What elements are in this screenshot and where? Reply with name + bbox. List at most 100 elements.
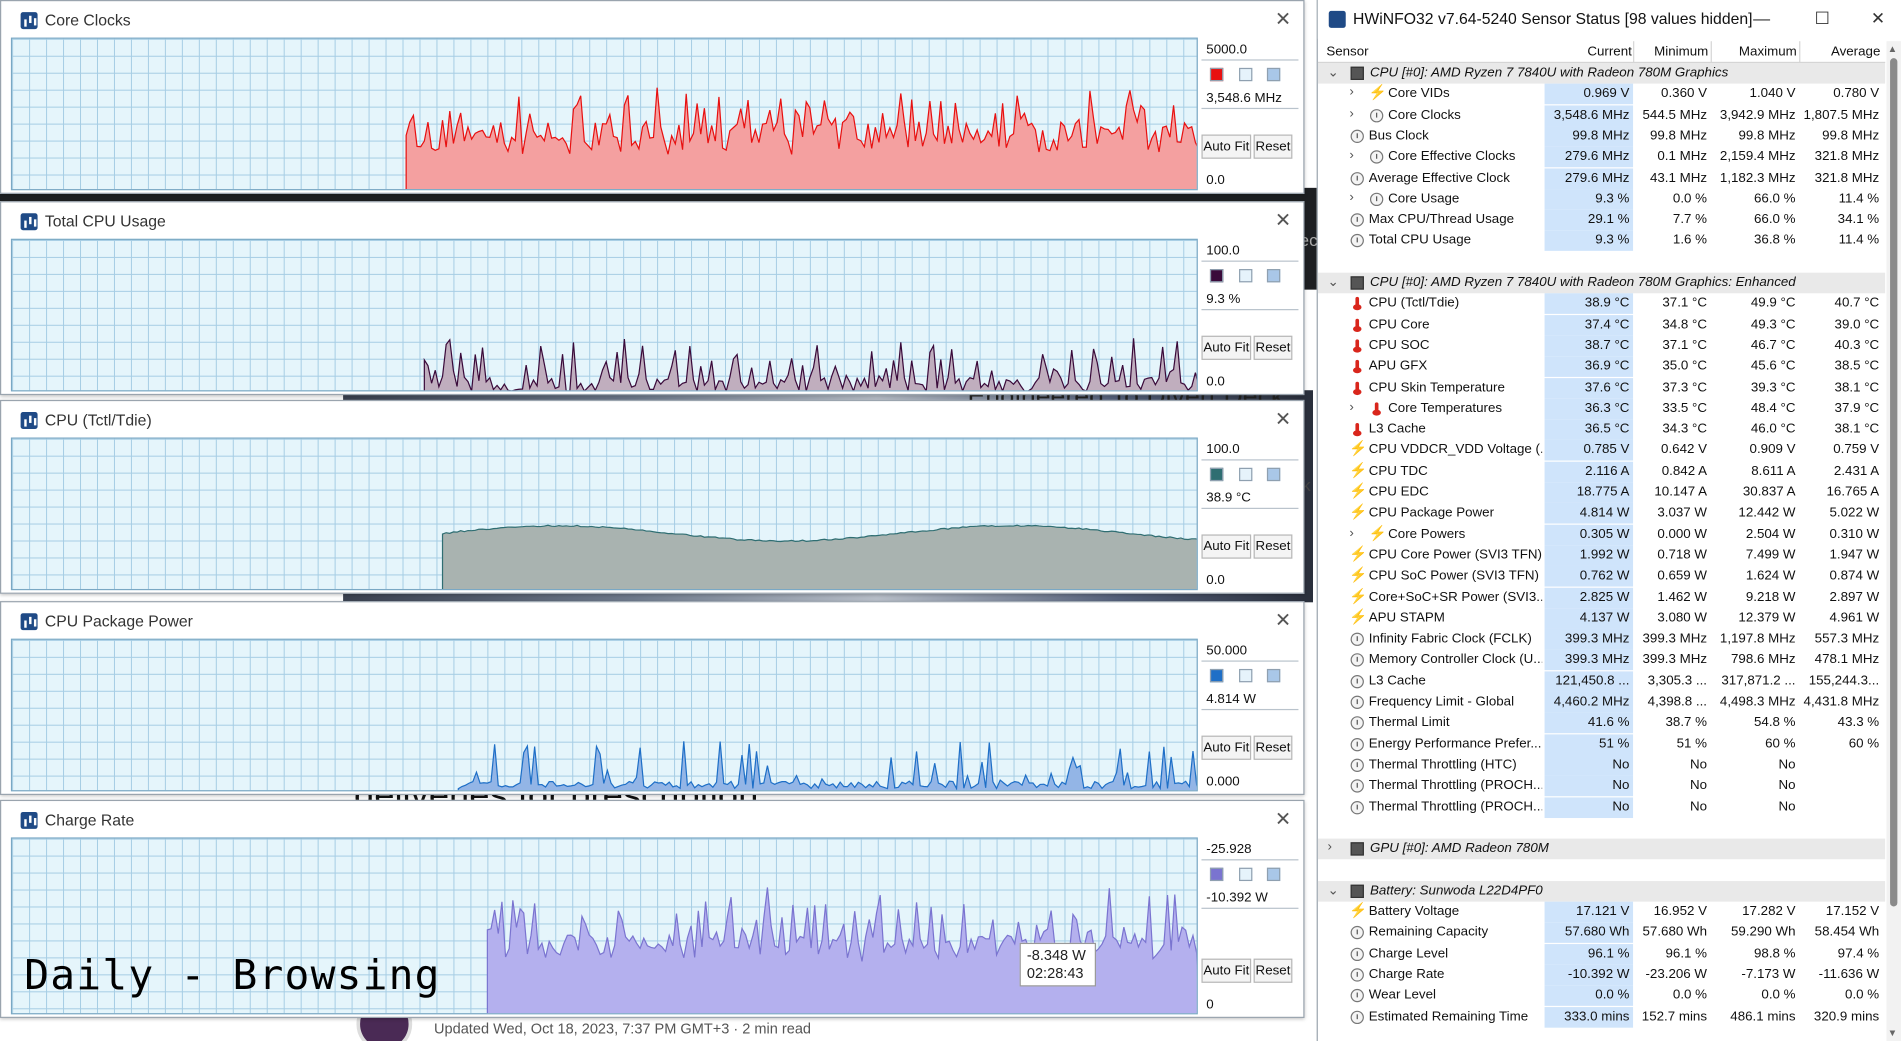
sensor-row[interactable]: L3 Cache 121,450.8 ... 3,305.3 ... 317,8… <box>1318 671 1885 692</box>
sensor-row[interactable]: › Core VIDs 0.969 V 0.360 V 1.040 V 0.78… <box>1318 83 1885 105</box>
column-header-maximum[interactable]: Maximum <box>1739 45 1797 60</box>
sensor-row[interactable]: › Core Powers 0.305 W 0.000 W 2.504 W 0.… <box>1318 524 1885 545</box>
background-color-swatch[interactable] <box>1239 668 1253 683</box>
sensor-row[interactable]: › Core Effective Clocks 279.6 MHz 0.1 MH… <box>1318 146 1885 168</box>
series-color-swatch[interactable] <box>1209 467 1224 482</box>
expand-icon[interactable]: › <box>1349 106 1353 121</box>
expand-icon[interactable]: › <box>1349 400 1353 415</box>
graph-titlebar[interactable]: CPU Package Power ✕ <box>1 602 1303 638</box>
series-color-swatch[interactable] <box>1209 668 1224 683</box>
sensor-row[interactable]: CPU VDDCR_VDD Voltage (... 0.785 V 0.642… <box>1318 440 1885 461</box>
sensor-row[interactable]: Estimated Remaining Time 333.0 mins 152.… <box>1318 1006 1885 1028</box>
sensor-row[interactable]: › Core Temperatures 36.3 °C 33.5 °C 48.4… <box>1318 398 1885 420</box>
sensor-row[interactable]: CPU EDC 18.775 A 10.147 A 30.837 A 16.76… <box>1318 482 1885 503</box>
sensor-row[interactable]: APU STAPM 4.137 W 3.080 W 12.379 W 4.961… <box>1318 608 1885 629</box>
close-icon[interactable]: ✕ <box>1275 807 1291 831</box>
graph-titlebar[interactable]: Charge Rate ✕ <box>1 801 1303 837</box>
sensor-group-row[interactable]: ⌄ CPU [#0]: AMD Ryzen 7 7840U with Radeo… <box>1317 63 1886 84</box>
reset-button[interactable]: Reset <box>1253 335 1293 360</box>
sensor-row[interactable]: CPU Package Power 4.814 W 3.037 W 12.442… <box>1318 503 1885 524</box>
close-icon[interactable]: ✕ <box>1275 208 1291 232</box>
minimize-button[interactable]: — <box>1737 5 1785 34</box>
grid-color-swatch[interactable] <box>1266 668 1281 683</box>
sensor-row[interactable]: Frequency Limit - Global 4,460.2 MHz 4,3… <box>1318 691 1885 713</box>
column-header-sensor[interactable]: Sensor <box>1326 45 1368 60</box>
sensor-row[interactable]: Battery Voltage 17.121 V 16.952 V 17.282… <box>1318 901 1885 923</box>
sensor-row[interactable]: Thermal Throttling (PROCH... No No No <box>1318 775 1885 797</box>
grid-color-swatch[interactable] <box>1266 269 1281 283</box>
graph-window-cpu-package-power[interactable]: CPU Package Power ✕ 50.000 4.814 W Auto … <box>0 601 1305 795</box>
graph-window-total-cpu-usage[interactable]: Total CPU Usage ✕ 100.0 9.3 % Auto Fit R… <box>0 201 1305 396</box>
sensor-row[interactable]: Charge Rate -10.392 W -23.206 W -7.173 W… <box>1318 964 1885 986</box>
series-color-swatch[interactable] <box>1209 269 1224 283</box>
sensor-row[interactable]: L3 Cache 36.5 °C 34.3 °C 46.0 °C 38.1 °C <box>1318 419 1885 441</box>
sensor-row[interactable]: Thermal Throttling (HTC) No No No <box>1318 754 1885 776</box>
scrollbar-thumb[interactable] <box>1890 58 1898 907</box>
graph-window-core-clocks[interactable]: Core Clocks ✕ 5000.0 3,548.6 MHz Auto Fi… <box>0 0 1305 194</box>
sensor-row[interactable]: CPU SoC Power (SVI3 TFN) 0.762 W 0.659 W… <box>1318 566 1885 587</box>
sensor-row[interactable]: Remaining Capacity 57.680 Wh 57.680 Wh 5… <box>1318 922 1885 944</box>
collapse-icon[interactable]: ⌄ <box>1328 274 1339 290</box>
expand-icon[interactable]: › <box>1349 190 1353 205</box>
series-color-swatch[interactable] <box>1209 67 1224 82</box>
graph-titlebar[interactable]: CPU (Tctl/Tdie) ✕ <box>1 401 1303 437</box>
graph-titlebar[interactable]: Total CPU Usage ✕ <box>1 202 1303 238</box>
sensor-group-row[interactable]: ⌄ Battery: Sunwoda L22D4PF0 <box>1317 880 1886 902</box>
grid-color-swatch[interactable] <box>1266 867 1281 882</box>
reset-button[interactable]: Reset <box>1253 735 1293 760</box>
column-separator[interactable] <box>1710 41 1712 64</box>
reset-button[interactable]: Reset <box>1253 958 1293 983</box>
sensor-row[interactable]: Charge Level 96.1 % 96.1 % 98.8 % 97.4 % <box>1318 943 1885 965</box>
graph-window-cpu-temperature[interactable]: CPU (Tctl/Tdie) ✕ 100.0 38.9 °C Auto Fit… <box>0 399 1305 594</box>
sensor-row[interactable]: Bus Clock 99.8 MHz 99.8 MHz 99.8 MHz 99.… <box>1318 125 1885 147</box>
background-color-swatch[interactable] <box>1239 269 1253 283</box>
column-separator[interactable] <box>1799 41 1801 64</box>
sensor-row[interactable]: Core+SoC+SR Power (SVI3... 2.825 W 1.462… <box>1318 587 1885 608</box>
auto-fit-button[interactable]: Auto Fit <box>1201 958 1252 983</box>
expand-icon[interactable]: › <box>1328 840 1332 855</box>
scroll-up-arrow-icon[interactable]: ▲ <box>1888 44 1898 55</box>
grid-color-swatch[interactable] <box>1266 467 1281 482</box>
sensor-row[interactable]: Infinity Fabric Clock (FCLK) 399.3 MHz 3… <box>1318 629 1885 650</box>
sensor-row[interactable]: CPU TDC 2.116 A 0.842 A 8.611 A 2.431 A <box>1318 461 1885 482</box>
close-icon[interactable]: ✕ <box>1275 7 1291 31</box>
column-separator[interactable] <box>1633 41 1635 64</box>
column-header-minimum[interactable]: Minimum <box>1654 45 1708 60</box>
sensor-row[interactable]: Wear Level 0.0 % 0.0 % 0.0 % 0.0 % <box>1318 985 1885 1007</box>
close-icon[interactable]: ✕ <box>1275 407 1291 431</box>
background-color-swatch[interactable] <box>1239 467 1253 482</box>
close-button[interactable]: ✕ <box>1854 5 1901 34</box>
sensor-row[interactable]: Max CPU/Thread Usage 29.1 % 7.7 % 66.0 %… <box>1318 209 1885 231</box>
reset-button[interactable]: Reset <box>1253 134 1293 159</box>
sensor-row[interactable]: › Core Clocks 3,548.6 MHz 544.5 MHz 3,94… <box>1318 104 1885 126</box>
sensor-row[interactable]: Thermal Throttling (PROCH... No No No <box>1318 796 1885 818</box>
sensor-row[interactable]: Average Effective Clock 279.6 MHz 43.1 M… <box>1318 167 1885 189</box>
column-header-current[interactable]: Current <box>1587 45 1631 60</box>
auto-fit-button[interactable]: Auto Fit <box>1201 335 1252 360</box>
sensor-row[interactable]: CPU Core Power (SVI3 TFN) 1.992 W 0.718 … <box>1318 545 1885 566</box>
scroll-down-arrow-icon[interactable]: ▼ <box>1888 1028 1898 1039</box>
sensor-row[interactable]: CPU (Tctl/Tdie) 38.9 °C 37.1 °C 49.9 °C … <box>1318 293 1885 315</box>
sensor-group-row[interactable]: › GPU [#0]: AMD Radeon 780M <box>1317 838 1886 860</box>
expand-icon[interactable]: › <box>1349 85 1353 100</box>
expand-icon[interactable]: › <box>1349 525 1353 540</box>
maximize-button[interactable]: ☐ <box>1798 5 1846 34</box>
sensor-row[interactable]: APU GFX 36.9 °C 35.0 °C 45.6 °C 38.5 °C <box>1318 356 1885 378</box>
auto-fit-button[interactable]: Auto Fit <box>1201 735 1252 760</box>
close-icon[interactable]: ✕ <box>1275 608 1291 632</box>
vertical-scrollbar[interactable]: ▲ ▼ <box>1886 41 1901 1041</box>
grid-color-swatch[interactable] <box>1266 67 1281 82</box>
expand-icon[interactable]: › <box>1349 148 1353 163</box>
auto-fit-button[interactable]: Auto Fit <box>1201 534 1252 559</box>
auto-fit-button[interactable]: Auto Fit <box>1201 134 1252 159</box>
sensor-list[interactable]: ⌄ CPU [#0]: AMD Ryzen 7 7840U with Radeo… <box>1317 63 1886 1041</box>
sensor-row[interactable]: CPU Skin Temperature 37.6 °C 37.3 °C 39.… <box>1318 377 1885 399</box>
graph-titlebar[interactable]: Core Clocks ✕ <box>1 1 1303 37</box>
sensor-row[interactable]: CPU SOC 38.7 °C 37.1 °C 46.7 °C 40.3 °C <box>1318 335 1885 357</box>
series-color-swatch[interactable] <box>1209 867 1224 882</box>
sensor-row[interactable]: Energy Performance Prefer... 51 % 51 % 6… <box>1318 733 1885 755</box>
hwinfo-titlebar[interactable]: HWiNFO32 v7.64-5240 Sensor Status [98 va… <box>1317 0 1901 39</box>
collapse-icon[interactable]: ⌄ <box>1328 882 1339 898</box>
background-color-swatch[interactable] <box>1239 67 1253 82</box>
sensor-row[interactable]: › Core Usage 9.3 % 0.0 % 66.0 % 11.4 % <box>1318 188 1885 210</box>
